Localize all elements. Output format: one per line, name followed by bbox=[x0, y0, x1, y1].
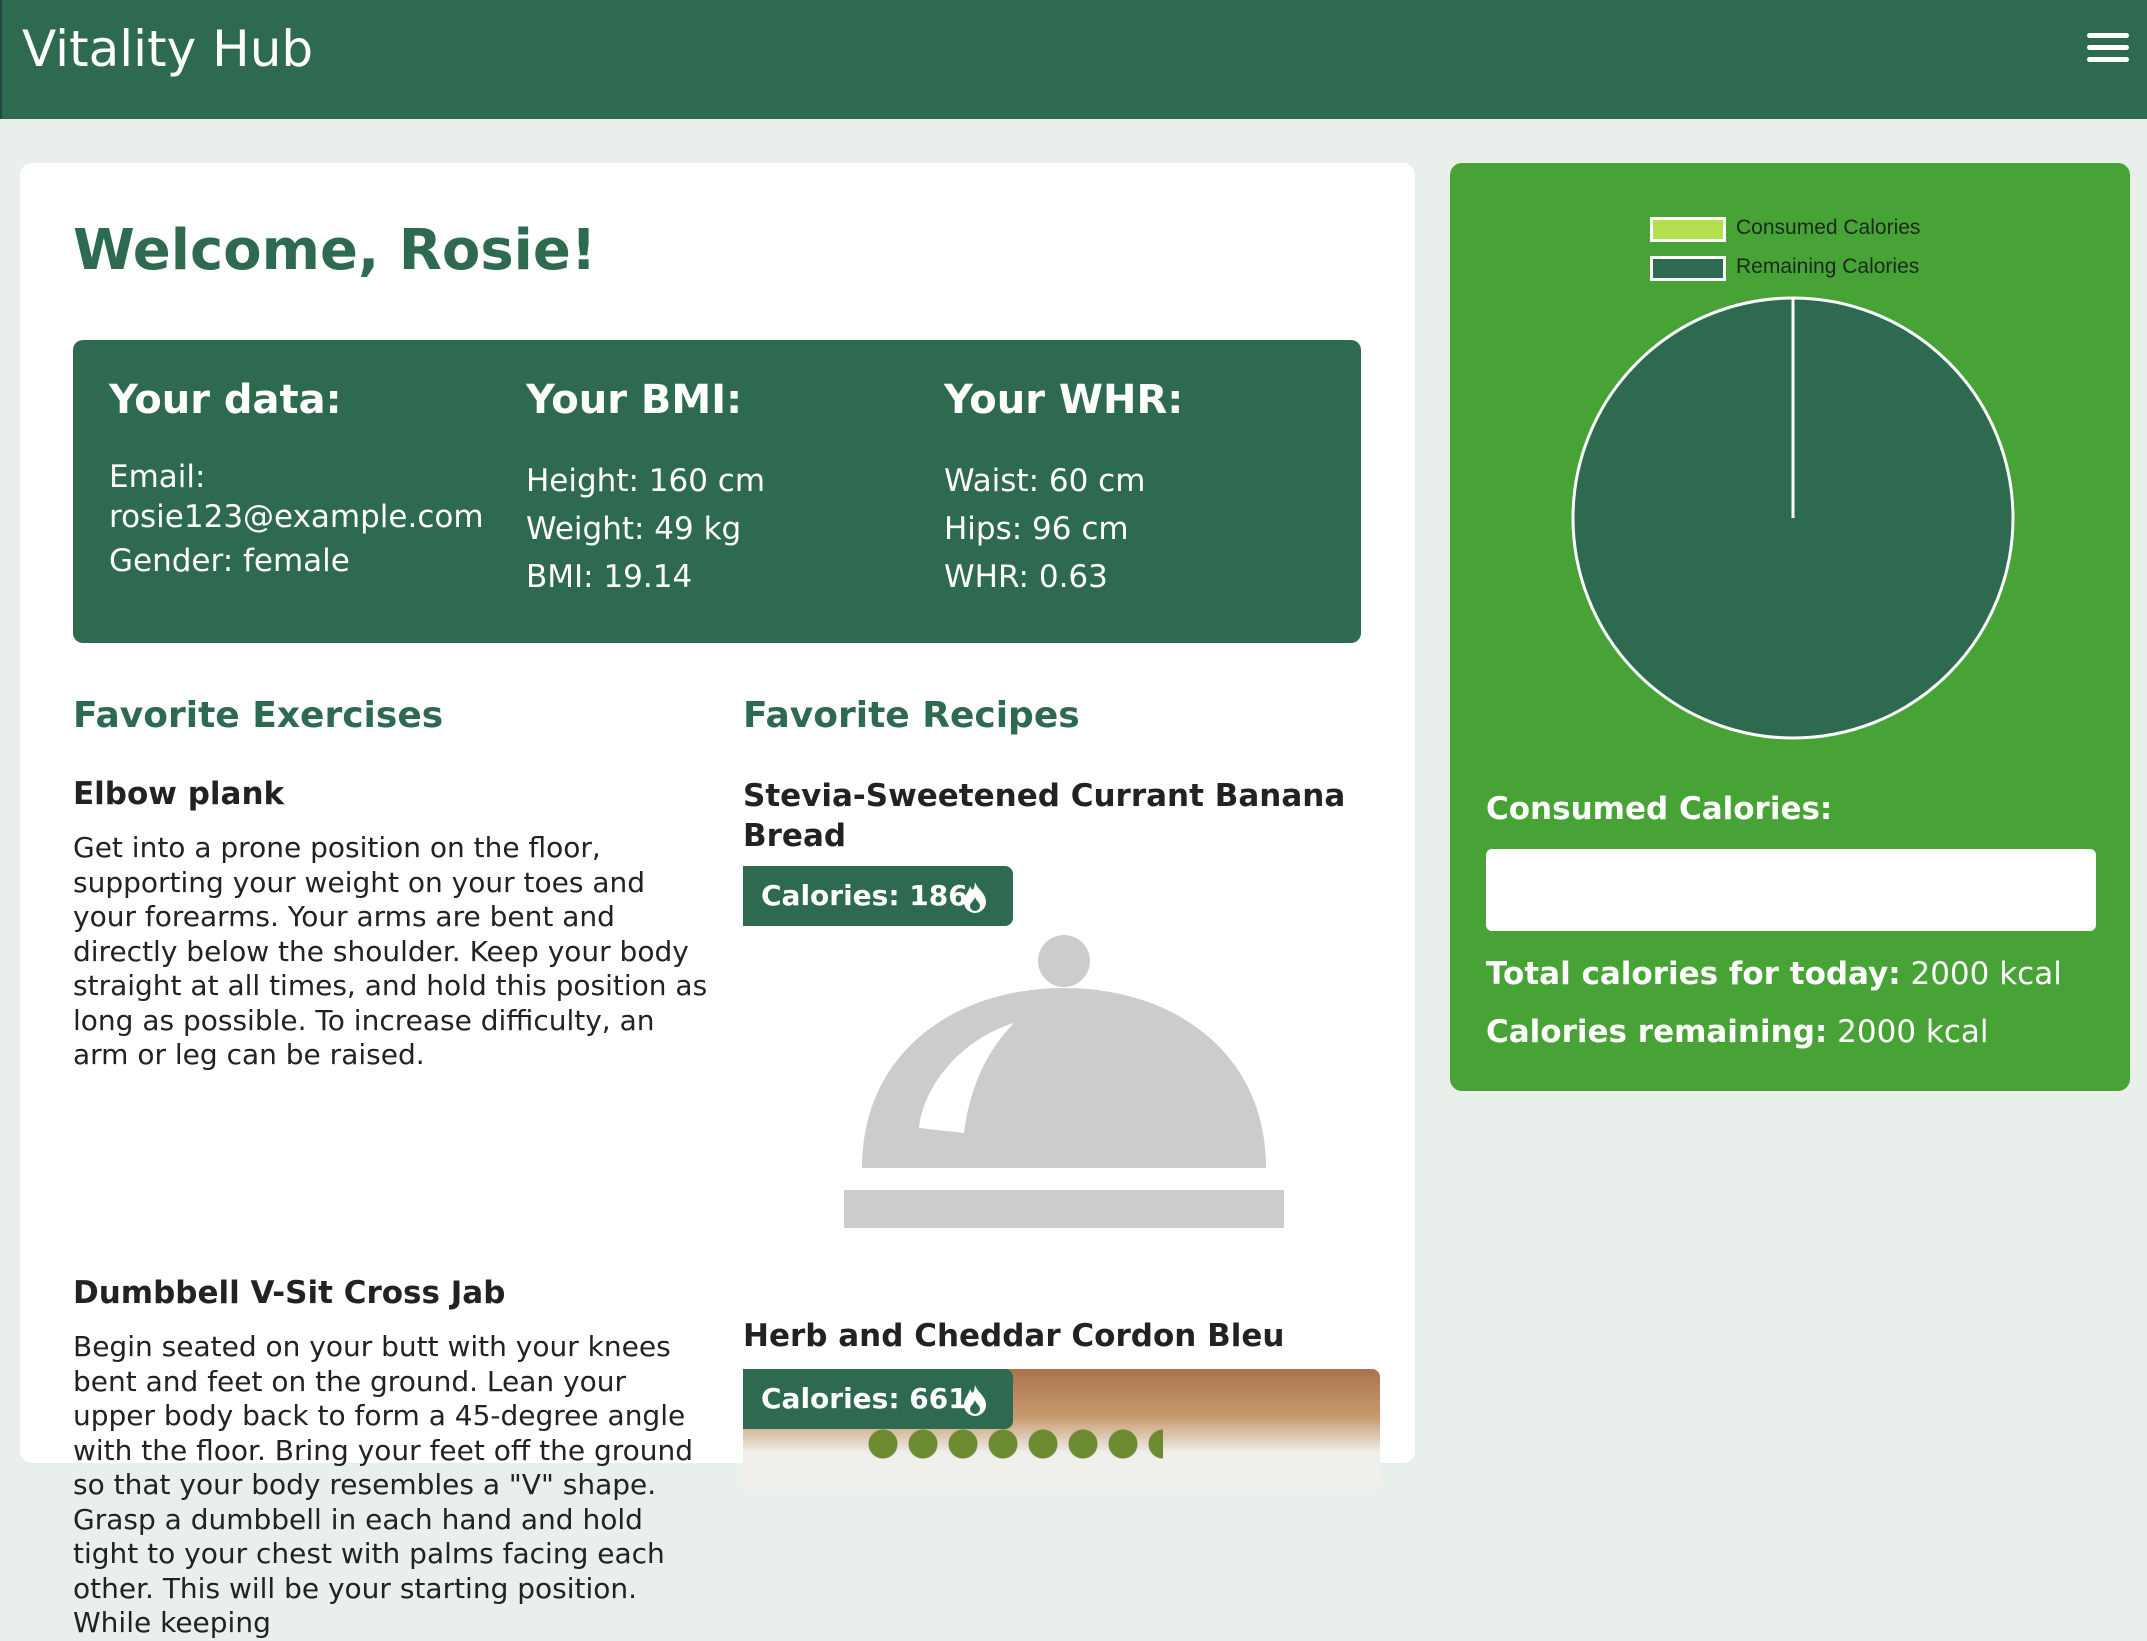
your-data-title: Your data: bbox=[109, 377, 342, 423]
total-calories-value: 2000 kcal bbox=[1910, 956, 2062, 992]
brand-title[interactable]: Vitality Hub bbox=[22, 20, 313, 78]
chart-legend: Consumed Calories Remaining Calories bbox=[1650, 213, 1920, 291]
placeholder-dish-icon bbox=[844, 935, 1284, 1228]
legend-label: Consumed Calories bbox=[1736, 216, 1921, 239]
flame-icon bbox=[964, 1385, 986, 1416]
consumed-calories-label: Consumed Calories: bbox=[1486, 791, 1833, 827]
exercise-title[interactable]: Elbow plank bbox=[73, 776, 284, 812]
dashboard-card: Welcome, Rosie! Your data: Email: rosie1… bbox=[20, 163, 1415, 1639]
email-label: Email: bbox=[109, 459, 206, 495]
legend-label: Remaining Calories bbox=[1736, 255, 1920, 278]
calories-badge: Calories: 186 bbox=[743, 866, 1013, 926]
exercise-title[interactable]: Dumbbell V-Sit Cross Jab bbox=[73, 1275, 505, 1311]
gender-value: Gender: female bbox=[109, 543, 350, 579]
calorie-pie-chart bbox=[1571, 296, 2015, 740]
height-value: Height: 160 cm bbox=[526, 463, 766, 499]
your-whr-column: Your WHR: Waist: 60 cm Hips: 96 cm WHR: … bbox=[944, 377, 1344, 601]
calories-badge-text: Calories: 186 bbox=[761, 879, 968, 912]
your-bmi-column: Your BMI: Height: 160 cm Weight: 49 kg B… bbox=[526, 377, 926, 601]
favorite-exercises-title: Favorite Exercises bbox=[73, 695, 444, 736]
legend-swatch bbox=[1650, 256, 1726, 281]
welcome-heading: Welcome, Rosie! bbox=[73, 218, 597, 283]
user-data-panel: Your data: Email: rosie123@example.com G… bbox=[73, 340, 1361, 643]
your-whr-title: Your WHR: bbox=[944, 377, 1184, 423]
total-calories-label: Total calories for today: bbox=[1486, 956, 1901, 992]
recipe-title[interactable]: Herb and Cheddar Cordon Bleu bbox=[743, 1318, 1284, 1354]
calories-badge: Calories: 661 bbox=[743, 1369, 1013, 1429]
consumed-calories-input[interactable] bbox=[1486, 849, 2096, 931]
recipe-title[interactable]: Stevia-Sweetened Currant Banana Bread bbox=[743, 776, 1383, 856]
hips-value: Hips: 96 cm bbox=[944, 511, 1129, 547]
remaining-calories-label: Calories remaining: bbox=[1486, 1014, 1828, 1050]
legend-swatch bbox=[1650, 217, 1726, 242]
hamburger-menu-icon[interactable] bbox=[2087, 33, 2129, 65]
exercise-description: Get into a prone position on the floor, … bbox=[73, 831, 708, 1071]
waist-value: Waist: 60 cm bbox=[944, 463, 1146, 499]
remaining-calories-value: 2000 kcal bbox=[1837, 1014, 1989, 1050]
flame-icon bbox=[964, 882, 986, 913]
top-navbar: Vitality Hub bbox=[0, 0, 2147, 119]
legend-item-remaining[interactable]: Remaining Calories bbox=[1650, 252, 1920, 291]
your-data-column: Your data: Email: rosie123@example.com G… bbox=[109, 377, 509, 585]
calories-badge-text: Calories: 661 bbox=[761, 1382, 968, 1415]
legend-item-consumed[interactable]: Consumed Calories bbox=[1650, 213, 1920, 252]
favorite-recipes-title: Favorite Recipes bbox=[743, 695, 1080, 736]
your-bmi-title: Your BMI: bbox=[526, 377, 743, 423]
exercise-description: Begin seated on your butt with your knee… bbox=[73, 1330, 694, 1639]
calorie-tracker-panel: Consumed Calories Remaining Calories Con… bbox=[1450, 163, 2130, 1091]
bmi-value: BMI: 19.14 bbox=[526, 559, 693, 595]
whr-value: WHR: 0.63 bbox=[944, 559, 1108, 595]
total-calories-line: Total calories for today: 2000 kcal bbox=[1486, 956, 2062, 992]
remaining-calories-line: Calories remaining: 2000 kcal bbox=[1486, 1014, 1989, 1050]
weight-value: Weight: 49 kg bbox=[526, 511, 742, 547]
email-value: rosie123@example.com bbox=[109, 499, 484, 535]
